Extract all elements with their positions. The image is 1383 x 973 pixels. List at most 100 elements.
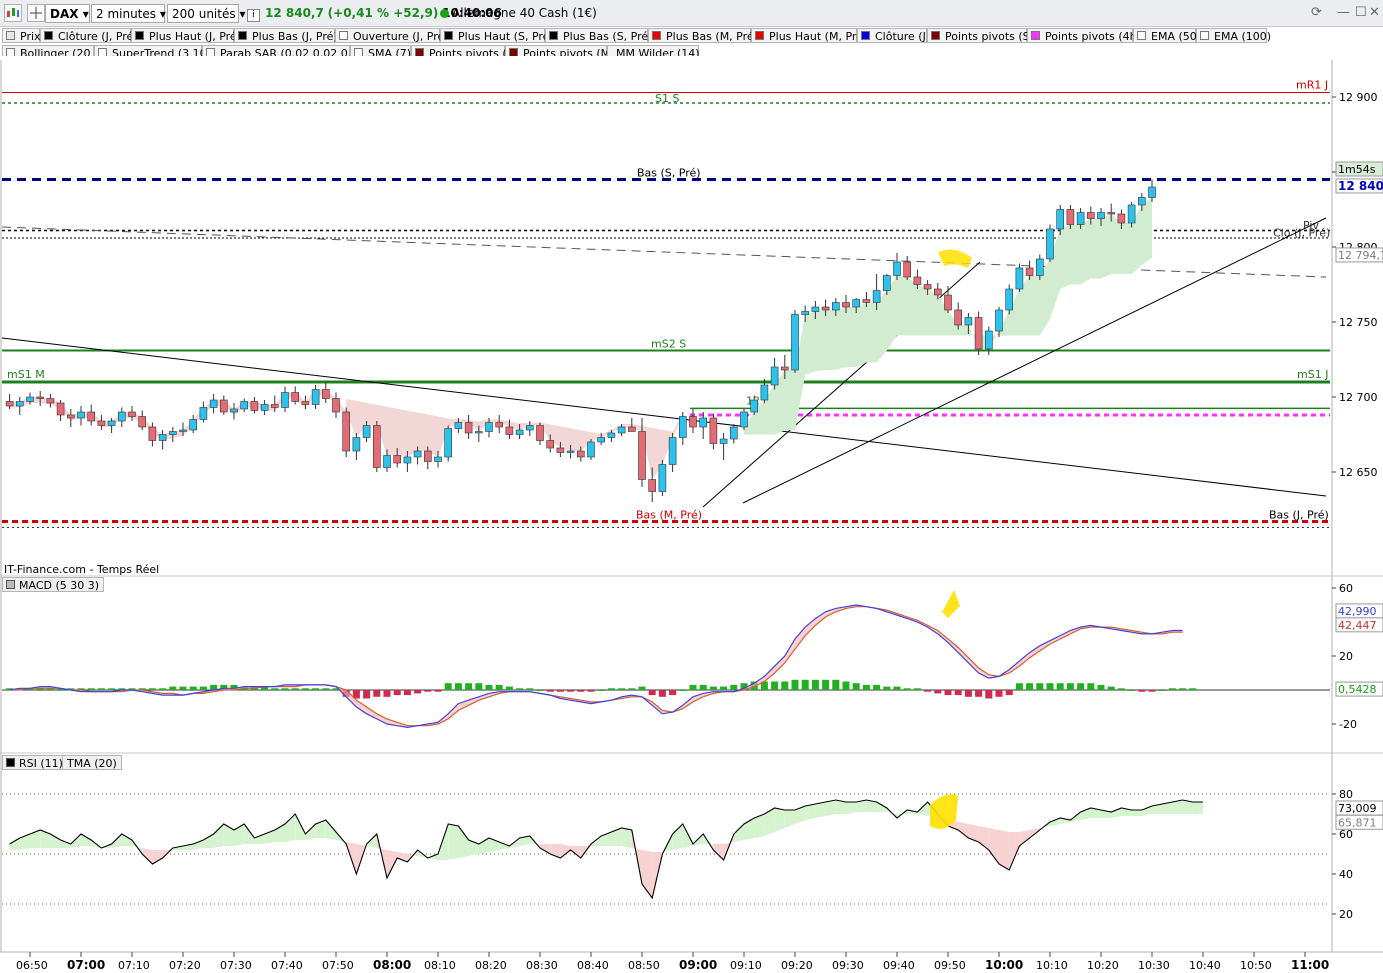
candle-body	[556, 447, 565, 453]
chart-area[interactable]: 12 65012 70012 75012 80012 85012 900mR1 …	[0, 0, 1383, 973]
macd-histogram-bar	[658, 690, 666, 697]
level-label: mR1 J	[1296, 79, 1328, 92]
candle-body	[474, 431, 483, 434]
source-label: IT-Finance.com - Temps Réel	[4, 563, 160, 576]
candle-body	[321, 389, 330, 399]
tma-label[interactable]: TMA (20)	[62, 755, 122, 770]
x-tick-label: 10:50	[1240, 959, 1272, 972]
macd-histogram-bar	[475, 683, 483, 690]
macd-histogram-bar	[1015, 683, 1023, 690]
y-tick-label: 20	[1339, 908, 1353, 921]
candle-body	[740, 411, 748, 428]
rsi-fill	[846, 802, 857, 814]
candle-body	[97, 420, 106, 426]
candle-body	[913, 276, 922, 285]
candle-body	[220, 399, 228, 413]
macd-histogram-bar	[699, 684, 707, 690]
macd-histogram-bar	[485, 684, 493, 690]
candle-body	[372, 425, 381, 468]
candle-body	[780, 366, 789, 371]
macd-histogram-bar	[536, 690, 544, 691]
candle-body	[1036, 258, 1044, 276]
rsi-fill	[40, 830, 51, 848]
candle-body	[1015, 267, 1024, 290]
rsi-fill	[1192, 802, 1203, 814]
macd-histogram-bar	[424, 690, 432, 692]
macd-histogram-bar	[199, 686, 207, 690]
candle-body	[719, 438, 728, 444]
macd-histogram-bar	[689, 684, 697, 690]
macd-histogram-bar	[995, 690, 1003, 697]
macd-histogram-bar	[934, 690, 942, 694]
x-tick-label: 07:00	[67, 958, 105, 972]
candle-body	[342, 411, 351, 452]
macd-histogram-bar	[291, 688, 299, 690]
rsi-fill	[448, 824, 459, 860]
macd-histogram-bar	[1046, 683, 1054, 690]
macd-histogram-bar	[403, 690, 411, 696]
candle-body	[525, 425, 534, 431]
level-label: mS2 S	[651, 338, 686, 351]
value-tag-label: 0,5428	[1338, 683, 1377, 696]
candle-body	[566, 450, 575, 453]
macd-histogram-bar	[587, 690, 595, 692]
candle-body	[852, 299, 861, 308]
y-tick-label: 60	[1339, 828, 1353, 841]
candle-body	[393, 455, 402, 464]
candle-body	[240, 401, 248, 410]
macd-histogram-bar	[985, 690, 993, 699]
macd-histogram-bar	[628, 688, 636, 690]
candle-body	[434, 456, 442, 462]
rsi-fill	[1131, 810, 1142, 816]
x-tick-label: 11:00	[1291, 958, 1329, 972]
candle-body	[954, 309, 963, 326]
candle-body	[791, 314, 799, 371]
x-tick-label: 08:40	[577, 959, 609, 972]
y-tick-label: 60	[1339, 582, 1353, 595]
rsi-fill	[774, 808, 785, 832]
macd-histogram-bar	[903, 688, 911, 690]
price-tag-label: 12 840,7	[1338, 179, 1383, 193]
candle-body	[1076, 212, 1085, 225]
candle-body	[607, 432, 616, 438]
candle-body	[872, 290, 881, 303]
rsi-label[interactable]: RSI (11)	[2, 755, 68, 770]
x-tick-label: 07:50	[322, 959, 354, 972]
macd-histogram-bar	[465, 683, 473, 690]
rsi-fill	[458, 826, 469, 858]
rsi-fill	[121, 834, 132, 846]
macd-histogram-bar	[159, 688, 167, 690]
candle-body	[1056, 209, 1064, 230]
macd-histogram-bar	[1066, 683, 1074, 690]
candle-body	[15, 401, 24, 407]
price-tag-label: 1m54s	[1338, 163, 1376, 176]
value-tag-label: 42,990	[1338, 605, 1377, 618]
price-tag-label: 12 794,7	[1338, 249, 1383, 262]
y-tick-label: 12 700	[1339, 391, 1378, 404]
candle-body	[903, 261, 912, 278]
macd-histogram-bar	[322, 688, 330, 690]
x-tick-label: 09:30	[832, 959, 864, 972]
macd-histogram-bar	[669, 690, 677, 696]
macd-histogram-bar	[1026, 683, 1034, 690]
macd-histogram-bar	[709, 686, 717, 690]
candle-body	[56, 402, 65, 416]
macd-histogram-bar	[1117, 688, 1125, 690]
macd-histogram-bar	[454, 683, 462, 690]
candle-body	[750, 399, 759, 413]
macd-histogram-bar	[373, 690, 381, 697]
macd-histogram-bar	[862, 684, 870, 690]
y-tick-label: 12 750	[1339, 316, 1378, 329]
rsi-fill	[958, 822, 969, 838]
macd-histogram-bar	[179, 686, 187, 690]
candle-body	[118, 411, 126, 422]
rsi-fill	[203, 834, 214, 848]
rsi-fill	[988, 828, 999, 864]
candle-body	[597, 437, 606, 443]
macd-histogram-bar	[87, 688, 95, 690]
rsi-fill	[795, 806, 806, 824]
macd-histogram-bar	[597, 690, 605, 691]
macd-histogram-bar	[414, 690, 422, 694]
macd-label[interactable]: MACD (5 30 3)	[2, 577, 105, 592]
rsi-fill	[968, 824, 979, 842]
